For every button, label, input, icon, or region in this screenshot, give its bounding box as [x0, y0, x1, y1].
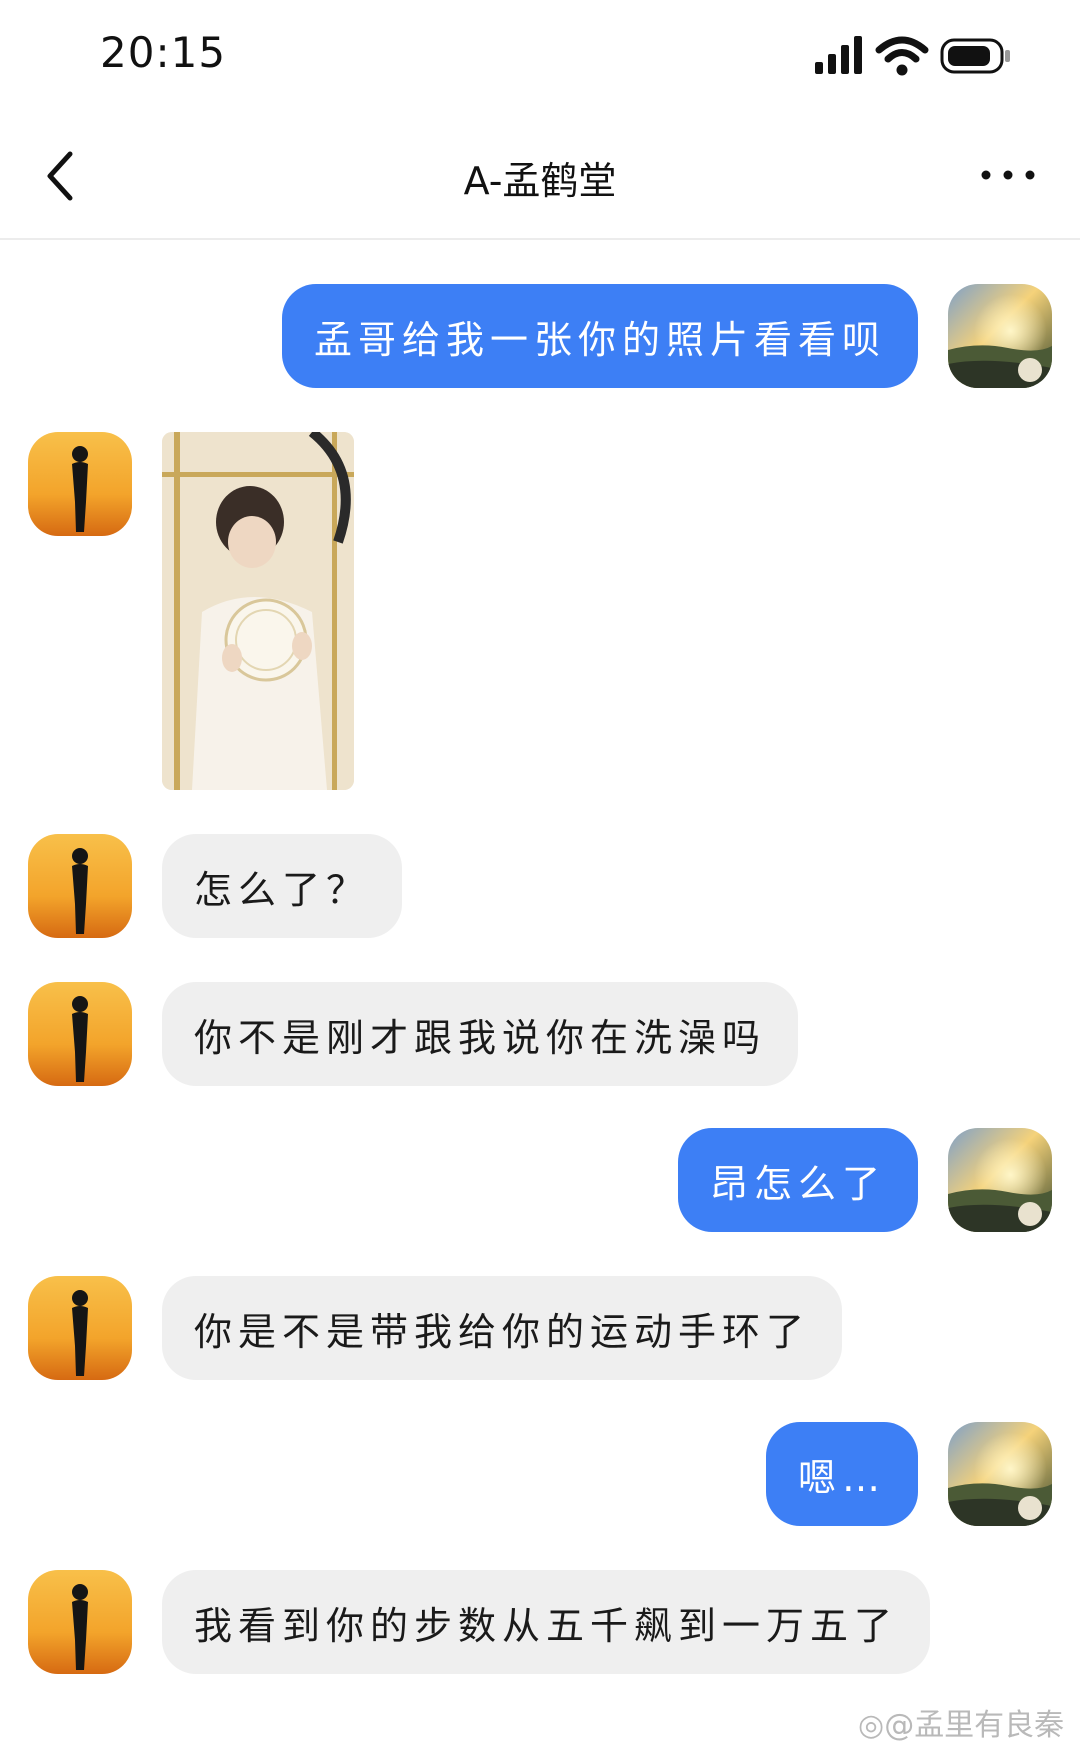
status-time: 20:15 [100, 28, 227, 77]
my-avatar[interactable] [948, 1128, 1052, 1232]
message-bubble-received[interactable]: 你是不是带我给你的运动手环了 [162, 1276, 843, 1380]
more-options-icon[interactable] [978, 160, 1038, 190]
message-bubble-sent[interactable]: 嗯… [765, 1422, 918, 1526]
silhouette-avatar-image [28, 1276, 132, 1380]
silhouette-avatar-image [28, 432, 132, 536]
contact-avatar[interactable] [28, 834, 132, 938]
contact-avatar[interactable] [28, 1276, 132, 1380]
landscape-avatar-image [948, 284, 1052, 388]
photo-image [162, 432, 354, 790]
silhouette-avatar-image [28, 982, 132, 1086]
silhouette-avatar-image [28, 834, 132, 938]
chat-title: A-孟鹤堂 [463, 159, 617, 203]
contact-avatar[interactable] [28, 982, 132, 1086]
status-bar: 20:15 [0, 0, 1080, 110]
contact-avatar[interactable] [28, 1570, 132, 1674]
wifi-icon [875, 36, 929, 76]
my-avatar[interactable] [948, 284, 1052, 388]
nav-bar: A-孟鹤堂 [0, 110, 1080, 240]
silhouette-avatar-image [28, 1570, 132, 1674]
my-avatar[interactable] [948, 1422, 1052, 1526]
message-bubble-sent[interactable]: 昂怎么了 [677, 1128, 918, 1232]
message-bubble-received[interactable]: 你不是刚才跟我说你在洗澡吗 [162, 982, 799, 1086]
weibo-icon: ◎ [858, 1708, 885, 1743]
signal-icon [815, 36, 862, 74]
landscape-avatar-image [948, 1128, 1052, 1232]
battery-icon [940, 38, 1010, 74]
message-bubble-received[interactable]: 怎么了？ [162, 834, 403, 938]
message-bubble-received[interactable]: 我看到你的步数从五千飙到一万五了 [162, 1570, 931, 1674]
watermark: ◎@孟里有良秦 [858, 1700, 1064, 1744]
watermark-text: @孟里有良秦 [884, 1708, 1065, 1743]
contact-avatar[interactable] [28, 432, 132, 536]
message-bubble-sent[interactable]: 孟哥给我一张你的照片看看呗 [281, 284, 918, 388]
landscape-avatar-image [948, 1422, 1052, 1526]
shared-photo[interactable] [162, 432, 354, 790]
